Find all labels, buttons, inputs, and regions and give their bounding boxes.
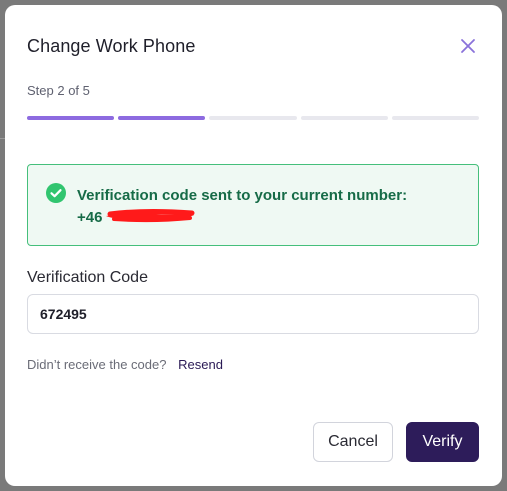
verification-code-input[interactable] — [27, 294, 479, 334]
redaction-mark — [104, 208, 196, 224]
check-circle-icon — [46, 183, 66, 203]
verification-code-label: Verification Code — [27, 269, 148, 286]
progress-segment-2 — [118, 116, 206, 120]
phone-prefix: +46 — [77, 209, 103, 226]
close-icon[interactable] — [458, 36, 478, 56]
verification-sent-alert: Verification code sent to your current n… — [27, 164, 479, 246]
verify-button[interactable]: Verify — [406, 422, 479, 462]
alert-message-text: Verification code sent to your current n… — [77, 187, 408, 204]
resend-row: Didn’t receive the code? Resend — [27, 357, 223, 372]
change-phone-modal: Change Work Phone Step 2 of 5 Verificati… — [5, 5, 502, 486]
progress-segment-1 — [27, 116, 115, 120]
progress-segment-4 — [300, 116, 388, 120]
modal-title: Change Work Phone — [27, 36, 196, 56]
progress-bar — [27, 116, 480, 120]
resend-prompt: Didn’t receive the code? — [27, 357, 167, 372]
step-indicator: Step 2 of 5 — [27, 83, 90, 98]
resend-link[interactable]: Resend — [178, 357, 223, 372]
progress-segment-5 — [391, 116, 480, 120]
cancel-button[interactable]: Cancel — [313, 422, 393, 462]
alert-message: Verification code sent to your current n… — [77, 185, 457, 229]
progress-segment-3 — [209, 116, 297, 120]
